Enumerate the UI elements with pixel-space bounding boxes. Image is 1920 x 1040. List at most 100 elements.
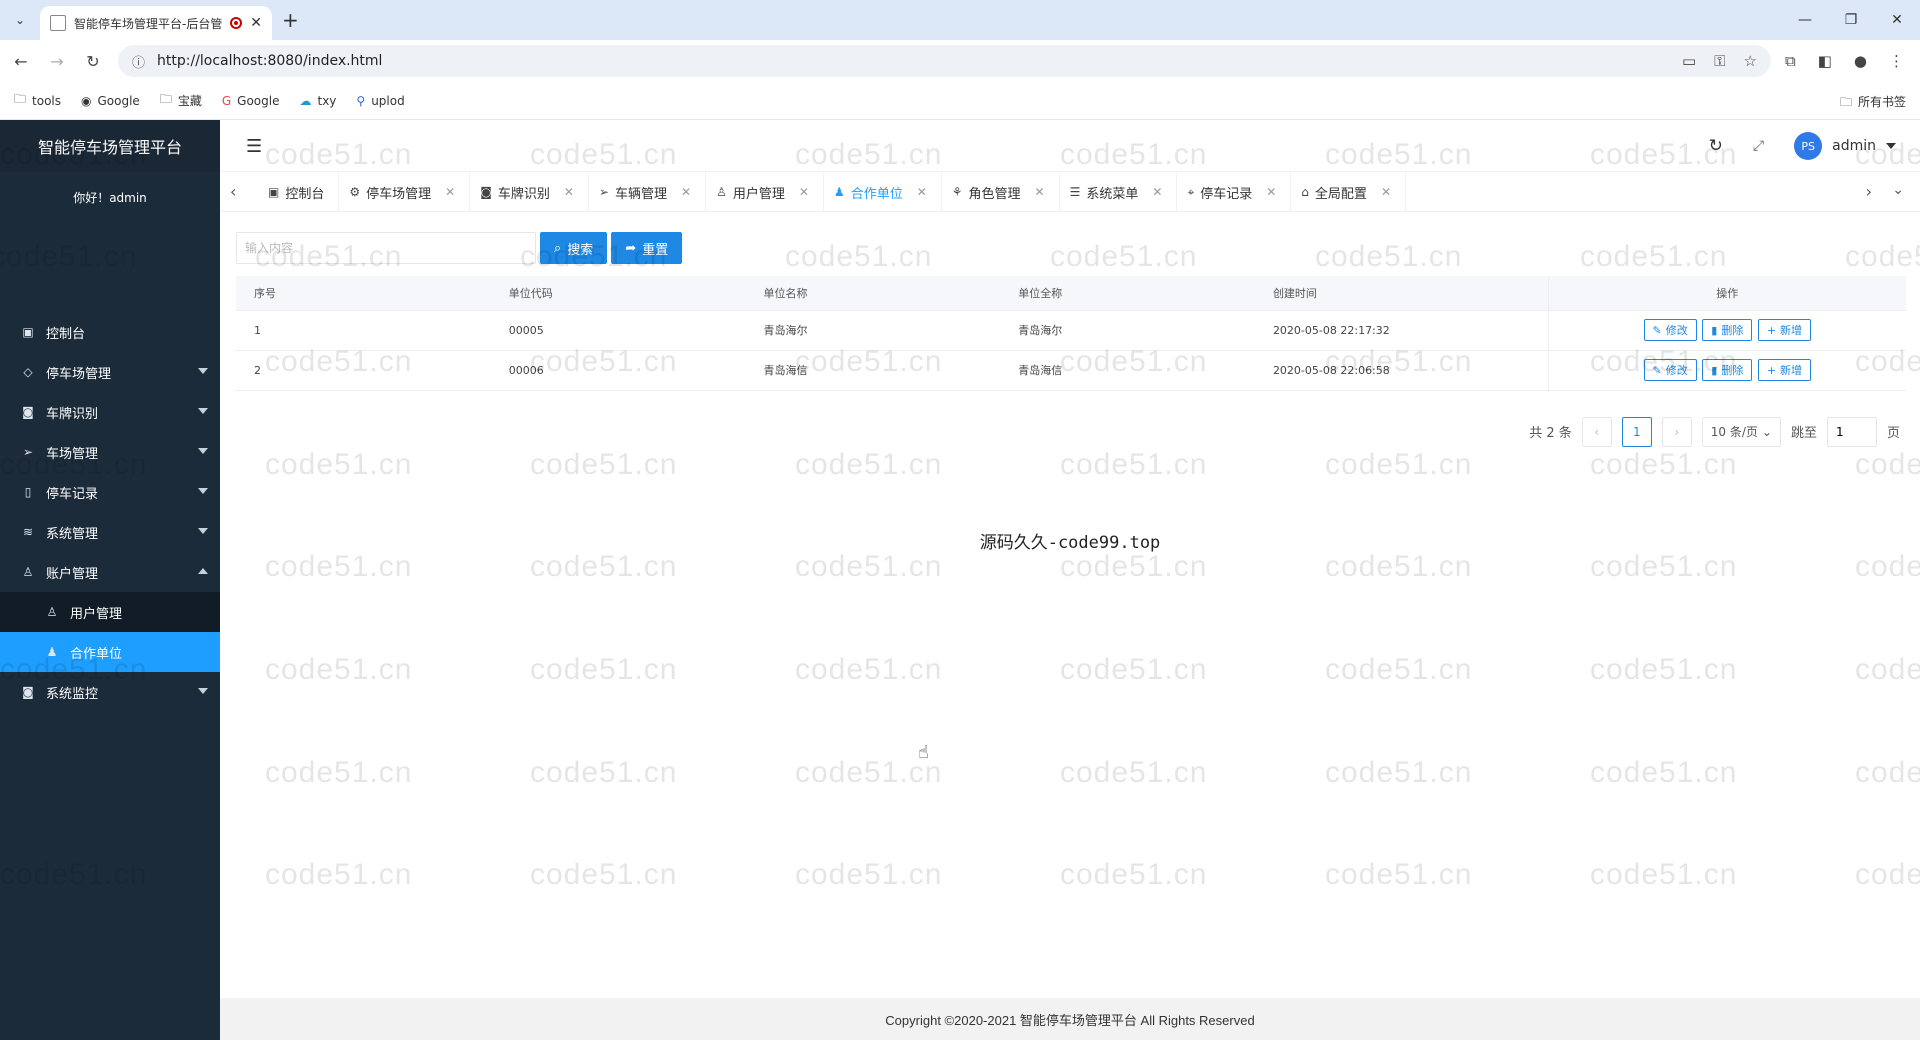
bookmark-item[interactable]: G Google	[222, 94, 280, 108]
sidebar-item-monitoring[interactable]: ◙ 系统监控	[0, 672, 220, 712]
key-icon[interactable]: ⚿	[1714, 52, 1725, 70]
sidebar-item-plate-recognition[interactable]: ◙ 车牌识别	[0, 392, 220, 432]
profile-icon[interactable]: ●	[1854, 52, 1867, 70]
tab-parking-lot[interactable]: ⚙ 停车场管理 ✕	[339, 172, 471, 212]
sidebar-item-accounts[interactable]: ♙ 账户管理	[0, 552, 220, 592]
more-menu-icon[interactable]: ⋮	[1889, 52, 1904, 70]
url-text: http://localhost:8080/index.html	[157, 53, 383, 69]
footer: Copyright ©2020-2021 智能停车场管理平台 All Right…	[220, 998, 1920, 1040]
close-window-icon[interactable]: ✕	[1874, 0, 1920, 40]
tabs-scroll-left-icon[interactable]: ‹	[230, 182, 236, 201]
column-header: 单位代码	[490, 276, 746, 311]
edit-label: 修改	[1665, 364, 1688, 377]
new-tab-button[interactable]: +	[282, 8, 299, 32]
close-icon[interactable]: ✕	[1035, 185, 1045, 199]
bookmark-item[interactable]: ☁ txy	[299, 94, 336, 108]
tab-roles[interactable]: ⚘ 角色管理 ✕	[942, 172, 1060, 212]
side-panel-icon[interactable]: ◧	[1818, 52, 1832, 70]
edit-button[interactable]: ✎ 修改	[1643, 359, 1697, 381]
bookmark-item[interactable]: ◉ Google	[81, 94, 140, 108]
config-icon: ⌂	[1301, 185, 1309, 199]
close-icon[interactable]: ✕	[1152, 185, 1162, 199]
gear-icon: ⚙	[349, 185, 361, 199]
sidebar-item-parking-records[interactable]: ▯ 停车记录	[0, 472, 220, 512]
bookmark-item[interactable]: 🗀 tools	[14, 90, 61, 111]
camera-icon: ◙	[480, 185, 492, 199]
tab-global-config[interactable]: ⌂ 全局配置 ✕	[1291, 172, 1406, 212]
sidebar-item-partners[interactable]: ♟ 合作单位	[0, 632, 220, 672]
browser-chrome: ⌄ 智能停车场管理平台-后台管 ✕ + — ❐ ✕ ← → ↻ ⓘ http:/…	[0, 0, 1920, 120]
back-icon[interactable]: ←	[10, 52, 32, 71]
tab-users[interactable]: ♙ 用户管理 ✕	[706, 172, 824, 212]
globe-icon: ◉	[81, 93, 92, 108]
search-input[interactable]	[236, 232, 536, 264]
close-icon[interactable]: ✕	[799, 185, 809, 199]
tab-partners[interactable]: ♟ 合作单位 ✕	[824, 172, 942, 212]
close-icon[interactable]: ✕	[681, 185, 691, 199]
delete-button[interactable]: ▮ 删除	[1702, 319, 1753, 341]
edit-button[interactable]: ✎ 修改	[1643, 319, 1697, 341]
pencil-icon: ✎	[1652, 323, 1662, 337]
extensions-icon[interactable]: ⧉	[1785, 52, 1796, 70]
tab-vehicles[interactable]: ➢ 车辆管理 ✕	[589, 172, 707, 212]
monitor-icon: ▣	[22, 325, 34, 339]
star-icon[interactable]: ☆	[1744, 52, 1757, 70]
sidebar-item-system[interactable]: ≋ 系统管理	[0, 512, 220, 552]
cloud-icon: ☁	[299, 93, 312, 108]
tab-parking-records[interactable]: ⌖ 停车记录 ✕	[1177, 172, 1292, 212]
camera-icon[interactable]: ▭	[1682, 52, 1696, 70]
forward-icon[interactable]: →	[46, 52, 68, 71]
minimize-icon[interactable]: —	[1782, 0, 1828, 40]
page-size-select[interactable]: 10 条/页 ⌄	[1701, 416, 1781, 447]
search-button[interactable]: ⌕ 搜索	[540, 232, 608, 264]
prev-page-icon[interactable]: ‹	[1581, 416, 1612, 447]
table-row: 2 00006 青岛海信 青岛海信 2020-05-08 22:06:58 ✎ 修…	[236, 350, 1906, 391]
user-menu[interactable]: PS admin	[1794, 132, 1896, 160]
add-button[interactable]: + 新增	[1757, 319, 1812, 341]
close-icon[interactable]: ✕	[1266, 185, 1276, 199]
tabs-dropdown-icon[interactable]: ⌄	[1892, 182, 1904, 198]
sidebar-item-label: 合作单位	[70, 646, 123, 662]
tab-system-menu[interactable]: ☰ 系统菜单 ✕	[1060, 172, 1178, 212]
reload-icon[interactable]: ↻	[82, 52, 104, 71]
avatar: PS	[1794, 132, 1823, 160]
all-bookmarks[interactable]: 🗀 所有书签	[1840, 93, 1906, 114]
url-bar[interactable]: ⓘ http://localhost:8080/index.html ▭ ⚿ ☆	[118, 45, 1771, 77]
close-icon[interactable]: ✕	[917, 185, 927, 199]
tab-dashboard[interactable]: ▣ 控制台	[258, 172, 340, 212]
tabs-scroll-right-icon[interactable]: ›	[1866, 182, 1872, 201]
restore-icon[interactable]: ❐	[1828, 0, 1874, 40]
page-unit: 页	[1886, 426, 1900, 441]
close-icon[interactable]: ✕	[1381, 185, 1391, 199]
sidebar-item-users[interactable]: ♙ 用户管理	[0, 592, 220, 632]
close-icon[interactable]: ✕	[445, 185, 455, 199]
delete-button[interactable]: ▮ 删除	[1702, 359, 1753, 381]
refresh-icon[interactable]: ↻	[1709, 136, 1723, 156]
jump-input[interactable]	[1826, 416, 1877, 447]
table-row: 1 00005 青岛海尔 青岛海尔 2020-05-08 22:17:32 ✎ 修…	[236, 310, 1906, 351]
app-logo[interactable]: 智能停车场管理平台	[0, 120, 220, 172]
table-cell: 00006	[490, 350, 746, 391]
folder-icon: 🗀	[1839, 95, 1852, 109]
search-bar: ⌕ 搜索 ➦ 重置	[236, 232, 1906, 264]
bookmark-item[interactable]: ⚲ uplod	[356, 94, 404, 108]
table-cell: 2020-05-08 22:17:32	[1254, 310, 1549, 351]
table-cell: 青岛海信	[745, 350, 1001, 391]
sidebar-item-parking-lot[interactable]: ◇ 停车场管理	[0, 352, 220, 392]
reset-button[interactable]: ➦ 重置	[611, 232, 683, 264]
close-tab-icon[interactable]: ✕	[250, 15, 262, 31]
browser-tab[interactable]: 智能停车场管理平台-后台管 ✕	[40, 6, 272, 40]
menu-toggle-icon[interactable]: ☰	[246, 136, 262, 157]
tab-plate-recognition[interactable]: ◙ 车牌识别 ✕	[470, 172, 589, 212]
add-button[interactable]: + 新增	[1757, 359, 1812, 381]
page-number[interactable]: 1	[1621, 416, 1652, 447]
sidebar-item-lot-management[interactable]: ➢ 车场管理	[0, 432, 220, 472]
site-info-icon[interactable]: ⓘ	[132, 52, 145, 71]
tab-search-icon[interactable]: ⌄	[8, 8, 32, 32]
next-page-icon[interactable]: ›	[1661, 416, 1692, 447]
sidebar-item-dashboard[interactable]: ▣ 控制台	[0, 312, 220, 352]
bookmark-item[interactable]: 🗀 宝藏	[160, 90, 202, 111]
send-icon: ➢	[22, 445, 34, 459]
close-icon[interactable]: ✕	[564, 185, 574, 199]
fullscreen-icon[interactable]: ⤢	[1753, 138, 1764, 154]
